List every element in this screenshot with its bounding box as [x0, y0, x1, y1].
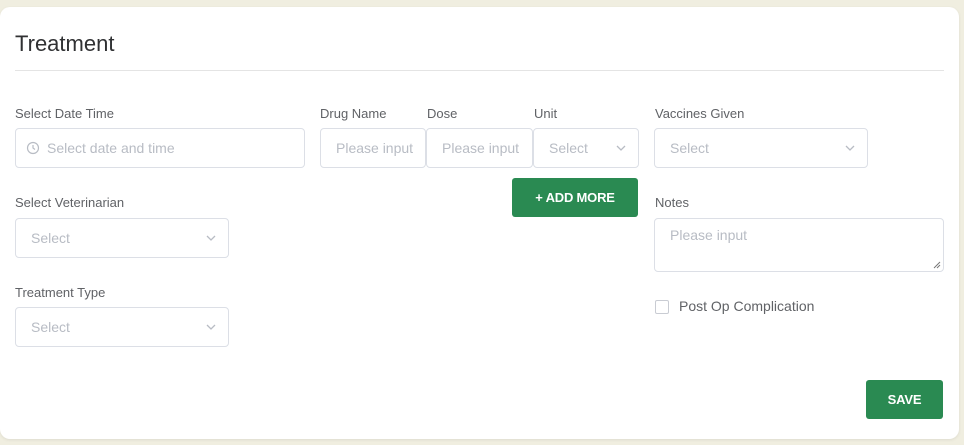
dose-input[interactable]: Please input	[426, 128, 533, 168]
treatment-type-label: Treatment Type	[15, 285, 106, 300]
drug-name-input[interactable]: Please input	[320, 128, 426, 168]
vaccines-select[interactable]: Select	[654, 128, 868, 168]
date-time-picker[interactable]: Select date and time	[15, 128, 305, 168]
vaccines-label: Vaccines Given	[655, 106, 745, 121]
veterinarian-select[interactable]: Select	[15, 218, 229, 258]
date-time-label: Select Date Time	[15, 106, 114, 121]
page-title: Treatment	[15, 31, 115, 56]
chevron-down-icon	[845, 145, 855, 151]
chevron-down-icon	[616, 145, 626, 151]
post-op-checkbox[interactable]	[655, 300, 669, 314]
post-op-label[interactable]: Post Op Complication	[679, 298, 814, 314]
veterinarian-placeholder: Select	[31, 230, 70, 246]
dose-label: Dose	[427, 106, 458, 121]
treatment-card: Treatment Select Date Time Select date a…	[0, 7, 959, 439]
chevron-down-icon	[206, 324, 216, 330]
vaccines-placeholder: Select	[670, 140, 709, 156]
title-divider	[15, 70, 944, 71]
treatment-type-select[interactable]: Select	[15, 307, 229, 347]
veterinarian-label: Select Veterinarian	[15, 195, 125, 210]
drug-name-placeholder: Please input	[336, 140, 414, 156]
save-button[interactable]: SAVE	[866, 380, 943, 419]
drug-name-label: Drug Name	[320, 106, 387, 121]
unit-label: Unit	[534, 106, 558, 121]
date-time-placeholder: Select date and time	[47, 140, 175, 156]
clock-icon	[26, 141, 40, 155]
resize-handle-icon[interactable]	[933, 261, 941, 269]
notes-label: Notes	[655, 195, 689, 210]
chevron-down-icon	[206, 235, 216, 241]
notes-textarea[interactable]: Please input	[654, 218, 944, 272]
notes-placeholder: Please input	[670, 227, 748, 243]
treatment-type-placeholder: Select	[31, 319, 70, 335]
add-more-button[interactable]: + ADD MORE	[512, 178, 638, 217]
unit-select[interactable]: Select	[533, 128, 639, 168]
unit-placeholder: Select	[549, 140, 588, 156]
dose-placeholder: Please input	[442, 140, 520, 156]
